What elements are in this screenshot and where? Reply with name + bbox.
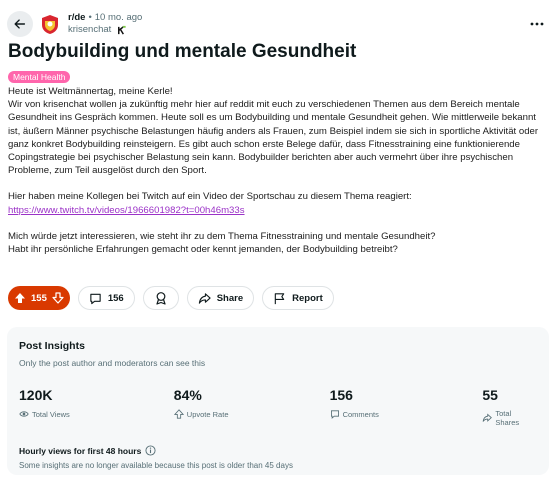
stat-total-shares: 55 Total Shares <box>482 386 537 427</box>
share-button[interactable]: Share <box>186 286 255 310</box>
stat-value: 156 <box>329 387 353 403</box>
stat-value: 84% <box>173 387 202 403</box>
post-header: r/de • 10 mo. ago krisenchat <box>7 8 550 40</box>
post-time: 10 mo. ago <box>94 12 143 23</box>
award-icon <box>156 292 166 305</box>
post-flair[interactable]: Mental Health <box>8 71 71 83</box>
upvote-icon[interactable] <box>14 292 26 304</box>
author-name[interactable]: krisenchat <box>68 24 111 36</box>
subreddit-avatar[interactable] <box>38 12 62 36</box>
stat-total-views: 120K Total Views <box>19 386 174 427</box>
more-options-button[interactable] <box>524 11 550 37</box>
vote-control: 155 <box>8 286 70 310</box>
stat-value: 120K <box>19 387 53 403</box>
subreddit-logo-icon <box>38 12 62 36</box>
comments-button[interactable]: 156 <box>77 286 135 310</box>
stat-label: Total Shares <box>495 409 520 427</box>
back-button[interactable] <box>7 11 33 37</box>
report-label: Report <box>292 292 323 304</box>
hourly-views-heading: Hourly views for first 48 hours <box>19 445 537 456</box>
paragraph-question: Mich würde jetzt interessieren, wie steh… <box>8 230 436 242</box>
insights-subtitle: Only the post author and moderators can … <box>19 358 206 368</box>
paragraph-intro: Wir von krisenchat wollen ja zukünftig m… <box>8 99 539 177</box>
comments-count: 156 <box>107 292 124 304</box>
paragraph-greeting: Heute ist Weltmännertag, meine Kerle! <box>8 86 173 97</box>
post-meta: r/de • 10 mo. ago krisenchat <box>68 12 142 36</box>
paragraph-twitch: Hier haben meine Kollegen bei Twitch auf… <box>8 191 412 203</box>
share-icon <box>483 413 493 422</box>
eye-icon <box>19 411 29 417</box>
stat-label: Upvote Rate <box>186 409 229 419</box>
insights-title: Post Insights <box>19 340 85 352</box>
more-horizontal-icon <box>530 22 544 26</box>
vote-count: 155 <box>31 292 47 304</box>
award-button[interactable] <box>142 286 179 310</box>
hourly-views-note: Some insights are no longer available be… <box>19 461 293 470</box>
stat-comments: 156 Comments <box>330 386 483 427</box>
info-icon[interactable] <box>145 445 156 456</box>
twitch-link[interactable]: https://www.twitch.tv/videos/1966601982?… <box>8 205 245 216</box>
meta-separator: • <box>88 12 92 23</box>
post-title: Bodybuilding und mentale Gesundheit <box>8 41 357 62</box>
paragraph-question-2: Habt ihr persönliche Erfahrungen gemacht… <box>8 244 398 256</box>
stat-label: Comments <box>342 409 379 419</box>
stat-label: Total Views <box>32 409 70 419</box>
insights-stats: 120K Total Views 84% Upvote Rate 156 Com… <box>19 386 537 427</box>
share-label: Share <box>216 292 244 304</box>
post-actions: 155 156 Share Report <box>8 286 334 310</box>
post-page: r/de • 10 mo. ago krisenchat Bodybuildin… <box>0 0 558 480</box>
stat-value: 55 <box>482 387 498 403</box>
stat-upvote-rate: 84% Upvote Rate <box>173 386 330 427</box>
downvote-icon[interactable] <box>52 292 64 304</box>
subreddit-name[interactable]: r/de <box>68 12 85 24</box>
arrow-left-icon <box>14 19 26 29</box>
comment-icon <box>330 410 339 419</box>
report-button[interactable]: Report <box>262 286 334 310</box>
hourly-views-title: Hourly views for first 48 hours <box>19 445 142 456</box>
user-badge-icon <box>115 24 127 36</box>
post-insights-panel: Post Insights Only the post author and m… <box>7 327 549 475</box>
flag-icon <box>274 292 285 304</box>
post-body: Heute ist Weltmännertag, meine Kerle! Wi… <box>8 85 548 256</box>
share-icon <box>198 292 211 304</box>
comment-icon <box>90 293 101 304</box>
upvote-icon <box>173 409 184 419</box>
